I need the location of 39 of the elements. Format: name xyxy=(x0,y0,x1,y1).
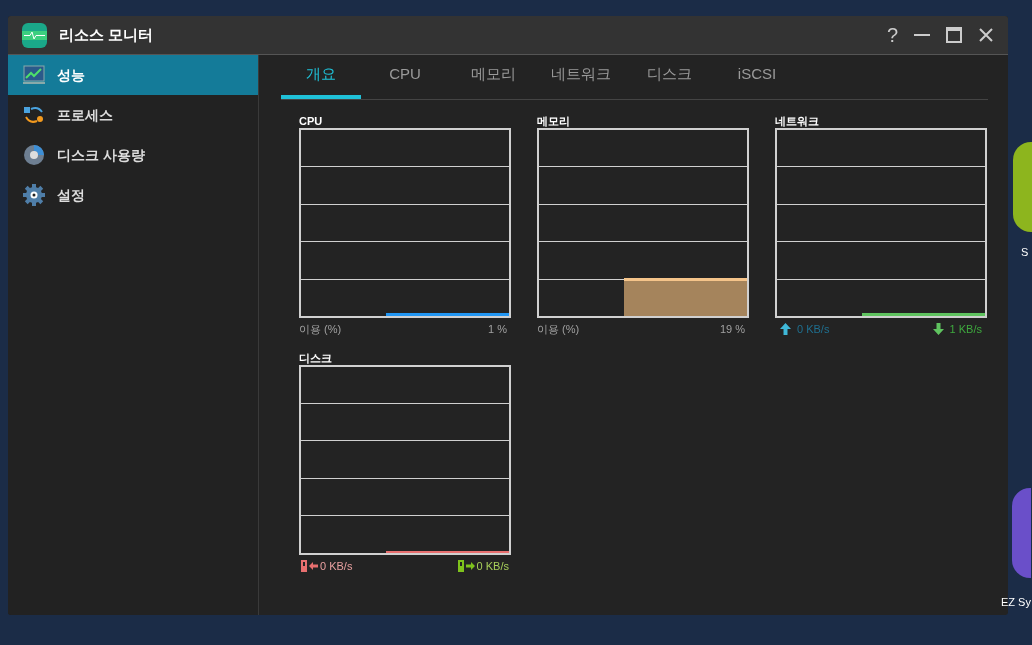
app-label[interactable]: EZ Sy xyxy=(1001,594,1031,611)
settings-icon xyxy=(23,184,45,206)
usage-label: 이용 (%) xyxy=(537,322,580,337)
drive-left-arrow-icon xyxy=(301,559,319,572)
sidebar-item[interactable]: 설정 xyxy=(8,175,258,215)
window-title: 리소스 모니터 xyxy=(59,24,154,45)
sync-arrows-icon xyxy=(23,105,45,125)
write-speed: 0 KB/s xyxy=(476,558,509,574)
down-arrow-icon xyxy=(932,323,944,336)
usage-label: 이용 (%) xyxy=(299,322,342,337)
tab[interactable]: 네트워크 xyxy=(537,54,625,99)
app-tile-icon[interactable] xyxy=(1013,142,1032,232)
chart-title: CPU xyxy=(299,114,324,127)
tab[interactable]: CPU xyxy=(361,54,449,99)
maximize-icon[interactable] xyxy=(946,27,962,43)
download-speed: 1 KB/s xyxy=(949,322,982,337)
app-label[interactable]: S xyxy=(1021,244,1029,261)
chart-title: 네트워크 xyxy=(775,114,820,127)
app-tile-icon[interactable] xyxy=(1011,488,1031,578)
sidebar-item[interactable]: 성능 xyxy=(8,55,258,95)
read-speed: 0 KB/s xyxy=(320,558,353,574)
tab[interactable]: 개요 xyxy=(281,54,361,99)
usage-value: 1 % xyxy=(488,322,507,337)
chart-title: 디스크 xyxy=(299,350,333,364)
up-arrow-icon xyxy=(780,323,791,336)
sidebar-item[interactable]: 디스크 사용량 xyxy=(8,135,258,175)
tab[interactable]: 메모리 xyxy=(449,54,537,99)
upload-speed: 0 KB/s xyxy=(797,322,830,337)
chart-title: 메모리 xyxy=(537,114,571,127)
pie-disk-icon xyxy=(23,144,45,166)
close-icon[interactable] xyxy=(978,27,994,43)
usage-value: 19 % xyxy=(719,322,745,337)
drive-right-arrow-icon xyxy=(457,559,476,572)
sidebar-item[interactable]: 프로세스 xyxy=(8,95,258,135)
tab[interactable]: iSCSI xyxy=(713,54,801,99)
tab[interactable]: 디스크 xyxy=(625,54,713,99)
app-logo-icon xyxy=(22,22,47,48)
help-button[interactable]: ? xyxy=(886,25,898,45)
monitor-chart-icon xyxy=(23,65,45,85)
